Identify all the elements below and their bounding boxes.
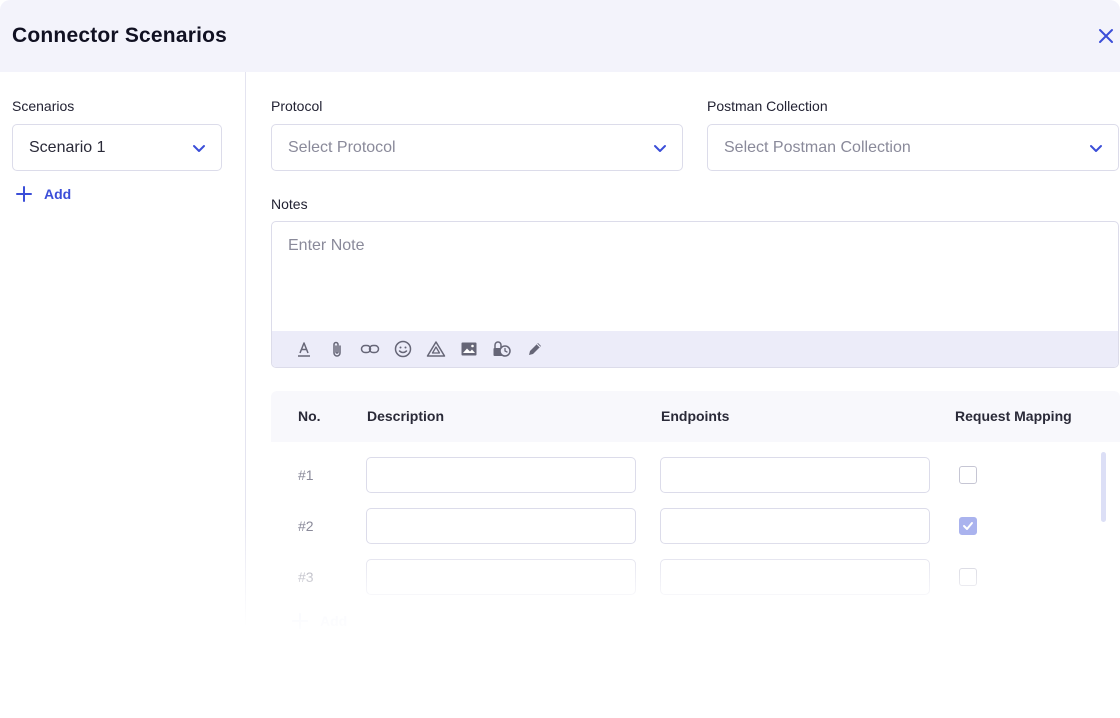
request-mapping-checkbox[interactable] [959, 466, 977, 484]
attachment-icon[interactable] [327, 339, 347, 359]
sidebar-divider [245, 72, 246, 627]
endpoint-input[interactable] [660, 508, 930, 544]
link-icon[interactable] [360, 339, 380, 359]
description-input[interactable] [366, 508, 636, 544]
drive-icon[interactable] [426, 339, 446, 359]
notes-toolbar [272, 331, 1118, 367]
notes-editor[interactable]: Enter Note [271, 221, 1119, 368]
table-row: #2 [271, 508, 1120, 544]
scenarios-label: Scenarios [12, 98, 75, 114]
notes-label: Notes [271, 196, 308, 212]
chevron-down-icon [654, 145, 666, 152]
postman-collection-label: Postman Collection [707, 98, 828, 114]
plus-icon [16, 186, 32, 202]
description-input[interactable] [366, 457, 636, 493]
col-no: No. [298, 408, 321, 424]
connector-scenarios-modal: Connector Scenarios Scenarios Scenario 1… [0, 0, 1120, 718]
table-row: #3 [271, 559, 1120, 595]
scenario-select[interactable]: Scenario 1 [12, 124, 222, 171]
chevron-down-icon [193, 145, 205, 152]
image-icon[interactable] [459, 339, 479, 359]
table-scrollbar[interactable] [1101, 452, 1106, 522]
add-row-label: Add [320, 613, 348, 629]
add-row-button[interactable]: Add [292, 613, 347, 629]
emoji-icon[interactable] [393, 339, 413, 359]
col-request-mapping: Request Mapping [955, 408, 1072, 424]
endpoint-input[interactable] [660, 559, 930, 595]
close-icon[interactable] [1096, 26, 1116, 46]
plus-icon [292, 613, 308, 629]
row-number: #3 [298, 569, 314, 585]
scenarios-table-header: No. Description Endpoints Request Mappin… [271, 391, 1120, 442]
check-icon [963, 522, 973, 530]
request-mapping-checkbox[interactable] [959, 568, 977, 586]
notes-placeholder: Enter Note [288, 237, 365, 254]
pen-icon[interactable] [525, 339, 545, 359]
endpoint-input[interactable] [660, 457, 930, 493]
table-row: #1 [271, 457, 1120, 493]
modal-title: Connector Scenarios [12, 24, 228, 47]
postman-collection-placeholder: Select Postman Collection [724, 138, 911, 156]
row-number: #2 [298, 518, 314, 534]
text-format-icon[interactable] [294, 339, 314, 359]
row-number: #1 [298, 467, 314, 483]
description-input[interactable] [366, 559, 636, 595]
add-scenario-label: Add [44, 186, 72, 202]
scenarios-sidebar: Scenarios Scenario 1 Add [0, 72, 246, 632]
protocol-label: Protocol [271, 98, 323, 114]
modal-header: Connector Scenarios [0, 0, 1120, 72]
add-scenario-button[interactable]: Add [16, 186, 71, 202]
postman-collection-select[interactable]: Select Postman Collection [707, 124, 1119, 171]
request-mapping-checkbox[interactable] [959, 517, 977, 535]
protocol-select[interactable]: Select Protocol [271, 124, 683, 171]
scenario-select-value: Scenario 1 [29, 138, 106, 156]
lock-clock-icon[interactable] [492, 339, 512, 359]
protocol-placeholder: Select Protocol [288, 138, 396, 156]
col-description: Description [367, 408, 445, 424]
chevron-down-icon [1090, 145, 1102, 152]
col-endpoints: Endpoints [661, 408, 730, 424]
